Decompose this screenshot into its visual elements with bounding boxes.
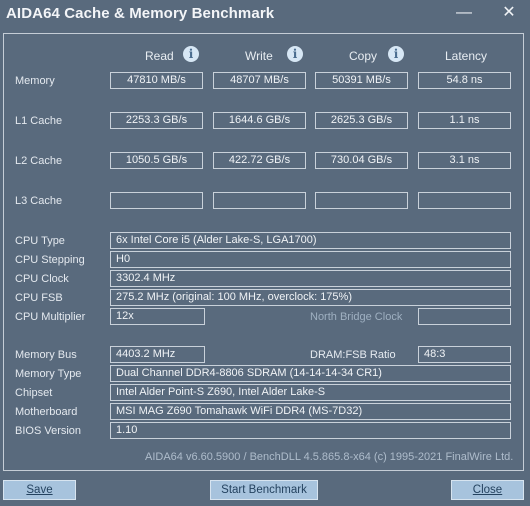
l2-latency-value: 3.1 ns	[418, 152, 511, 169]
row-label-l3-cache: L3 Cache	[15, 195, 63, 207]
l2-copy-value: 730.04 GB/s	[315, 152, 408, 169]
motherboard-label: Motherboard	[15, 406, 78, 418]
l1-copy-value: 2625.3 GB/s	[315, 112, 408, 129]
chipset-label: Chipset	[15, 387, 53, 399]
motherboard-value: MSI MAG Z690 Tomahawk WiFi DDR4 (MS-7D32…	[110, 403, 511, 420]
memory-read-value: 47810 MB/s	[110, 72, 203, 89]
memory-copy-value: 50391 MB/s	[315, 72, 408, 89]
memory-type-label: Memory Type	[15, 368, 82, 380]
row-label-memory: Memory	[15, 75, 55, 87]
l3-write-value	[213, 192, 306, 209]
memory-write-value: 48707 MB/s	[213, 72, 306, 89]
column-header-write: Write	[245, 49, 273, 63]
window-title: AIDA64 Cache & Memory Benchmark	[6, 5, 275, 22]
dram-fsb-ratio-label: DRAM:FSB Ratio	[310, 349, 396, 361]
copy-info-icon[interactable]: i	[388, 46, 404, 62]
dram-fsb-ratio-value: 48:3	[418, 346, 511, 363]
cpu-fsb-label: CPU FSB	[15, 292, 63, 304]
row-label-l1-cache: L1 Cache	[15, 115, 63, 127]
l3-copy-value	[315, 192, 408, 209]
write-info-icon[interactable]: i	[287, 46, 303, 62]
l1-latency-value: 1.1 ns	[418, 112, 511, 129]
l2-read-value: 1050.5 GB/s	[110, 152, 203, 169]
cpu-stepping-label: CPU Stepping	[15, 254, 85, 266]
north-bridge-clock-value	[418, 308, 511, 325]
memory-bus-label: Memory Bus	[15, 349, 77, 361]
chipset-value: Intel Alder Point-S Z690, Intel Alder La…	[110, 384, 511, 401]
version-copyright-text: AIDA64 v6.60.5900 / BenchDLL 4.5.865.8-x…	[145, 451, 514, 463]
cpu-type-value: 6x Intel Core i5 (Alder Lake-S, LGA1700)	[110, 232, 511, 249]
read-info-icon[interactable]: i	[183, 46, 199, 62]
close-window-button[interactable]: ✕	[493, 0, 525, 26]
title-bar: AIDA64 Cache & Memory Benchmark — ✕	[0, 0, 530, 28]
column-header-copy: Copy	[349, 49, 378, 63]
l1-read-value: 2253.3 GB/s	[110, 112, 203, 129]
close-button[interactable]: Close	[451, 480, 524, 500]
save-button-label: Save	[26, 484, 53, 496]
north-bridge-clock-label: North Bridge Clock	[310, 311, 403, 323]
cpu-clock-label: CPU Clock	[15, 273, 69, 285]
l3-read-value	[110, 192, 203, 209]
memory-bus-value: 4403.2 MHz	[110, 346, 205, 363]
save-button[interactable]: Save	[3, 480, 76, 500]
start-benchmark-label: Start Benchmark	[221, 484, 307, 496]
memory-type-value: Dual Channel DDR4-8806 SDRAM (14-14-14-3…	[110, 365, 511, 382]
bios-version-value: 1.10	[110, 422, 511, 439]
column-header-latency: Latency	[445, 49, 488, 63]
cpu-clock-value: 3302.4 MHz	[110, 270, 511, 287]
column-header-read: Read	[145, 49, 174, 63]
start-benchmark-button[interactable]: Start Benchmark	[210, 480, 318, 500]
cpu-stepping-value: H0	[110, 251, 511, 268]
memory-latency-value: 54.8 ns	[418, 72, 511, 89]
close-button-label: Close	[472, 484, 503, 496]
l1-write-value: 1644.6 GB/s	[213, 112, 306, 129]
cpu-multiplier-label: CPU Multiplier	[15, 311, 86, 323]
bios-version-label: BIOS Version	[15, 425, 82, 437]
l3-latency-value	[418, 192, 511, 209]
l2-write-value: 422.72 GB/s	[213, 152, 306, 169]
cpu-multiplier-value: 12x	[110, 308, 205, 325]
cpu-fsb-value: 275.2 MHz (original: 100 MHz, overclock:…	[110, 289, 511, 306]
cpu-type-label: CPU Type	[15, 235, 65, 247]
minimize-button[interactable]: —	[448, 0, 480, 26]
row-label-l2-cache: L2 Cache	[15, 155, 63, 167]
